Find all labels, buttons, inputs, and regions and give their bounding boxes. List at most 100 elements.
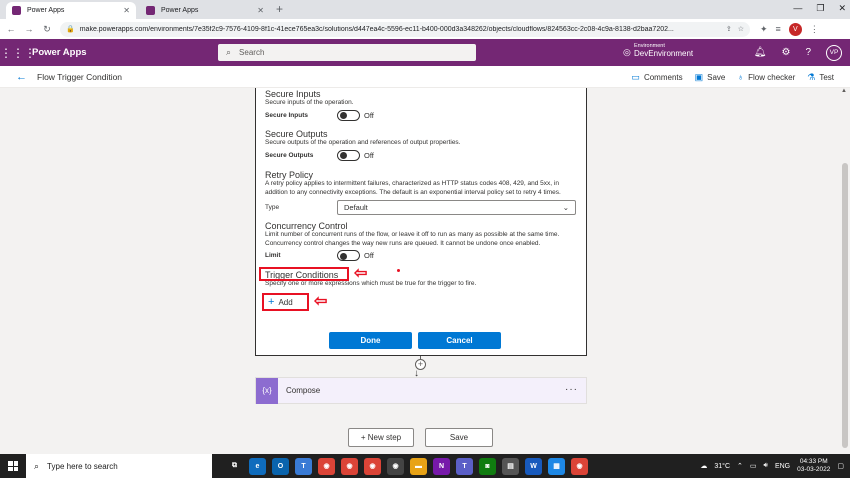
maximize-icon[interactable]: ❐ [816,3,824,14]
address-bar[interactable]: 🔒 make.powerapps.com/environments/7e35f2… [60,21,750,37]
app-header: ⋮⋮⋮ Power Apps ⌕ Search ◎ Environment De… [0,39,850,66]
retry-type-dropdown[interactable]: Default ⌄ [337,200,576,215]
retry-type-label: Type [265,204,280,211]
secure-outputs-title: Secure Outputs [265,129,328,139]
minimize-icon[interactable]: — [793,3,802,14]
xbox-icon[interactable]: ◙ [479,457,496,475]
flow-name: Flow Trigger Condition [37,71,123,82]
secure-inputs-state: Off [364,110,374,120]
reading-list-icon[interactable]: ≡ [776,24,781,34]
save-button[interactable]: ▣ Save [695,72,726,83]
retry-policy-title: Retry Policy [265,170,314,180]
notification-center-icon[interactable]: ▢ [837,462,844,470]
tab-close-icon[interactable]: ✕ [123,6,130,15]
flow-designer-canvas[interactable]: Secure Inputs Secure inputs of the opera… [0,88,840,454]
secure-outputs-toggle[interactable] [337,149,360,161]
compose-icon: {x} [256,377,278,404]
search-box[interactable]: ⌕ Search [218,44,476,61]
comments-button[interactable]: ▭ Comments [631,72,682,83]
forward-arrow-icon[interactable]: → [22,24,36,34]
concurrency-limit-toggle[interactable] [337,250,360,261]
weather-icon[interactable]: ☁ [700,462,707,470]
concurrency-limit-state: Off [364,251,374,260]
concurrency-description: Limit number of concurrent runs of the f… [265,231,560,247]
tab-close-icon[interactable]: ✕ [257,6,264,15]
environment-picker[interactable]: ◎ Environment DevEnvironment [623,43,693,58]
url-text: make.powerapps.com/environments/7e35f2c9… [79,25,674,33]
language-indicator[interactable]: ENG [775,463,790,470]
scrollbar-thumb[interactable] [842,163,848,448]
taskbar-search-placeholder: Type here to search [47,461,118,471]
concurrency-title: Concurrency Control [265,221,348,231]
more-options-icon[interactable]: ··· [565,384,578,395]
app-launcher-waffle-icon[interactable]: ⋮⋮⋮ [0,46,36,60]
outlook-icon[interactable]: O [272,457,289,475]
settings-gear-icon[interactable]: ⚙ [781,47,790,58]
chrome-icon[interactable]: ◉ [318,457,335,475]
compose-title: Compose [286,386,321,395]
taskbar-search-box[interactable]: ⌕ Type here to search [26,454,212,478]
browser-tabstrip: Power Apps ✕ Power Apps ✕ + — ❐ ✕ [0,0,850,19]
share-icon[interactable]: ⇪ [726,25,732,33]
teams-icon[interactable]: T [295,457,312,475]
start-button[interactable] [0,461,26,471]
weather-temp[interactable]: 31°C [714,463,730,470]
command-bar: ← Flow Trigger Condition ▭ Comments ▣ Save… [0,66,850,88]
browser-tab-active[interactable]: Power Apps ✕ [6,2,136,19]
tab-title: Power Apps [161,7,199,14]
reload-icon[interactable]: ↻ [40,24,54,35]
save-flow-button[interactable]: Save [425,428,493,447]
task-view-icon[interactable]: ⧉ [226,458,243,475]
volume-icon[interactable]: 🔊︎ [764,462,768,470]
canvas-scrollbar[interactable]: ▲ [840,88,850,454]
command-actions: ▭ Comments ▣ Save ♁ Flow checker ⚗ Test [631,66,834,88]
chrome-icon[interactable]: ◉ [571,457,588,475]
notifications-bell-icon[interactable]: 🔔︎ [754,47,767,58]
network-icon[interactable]: ▭ [750,462,757,470]
scroll-up-icon[interactable]: ▲ [841,88,847,94]
app-icon[interactable]: ▤ [502,457,519,475]
header-actions: 🔔︎ ⚙ ? VP [754,39,850,66]
user-avatar[interactable]: VP [826,44,842,61]
app-icon[interactable]: ▦ [548,457,565,475]
close-window-icon[interactable]: ✕ [838,3,846,14]
clock[interactable]: 04:33 PM 03-03-2022 [797,458,830,474]
new-tab-button[interactable]: + [276,2,283,17]
extensions-puzzle-icon[interactable]: ✦ [760,24,768,35]
system-tray: ☁ 31°C ⌃ ▭ 🔊︎ ENG 04:33 PM 03-03-2022 ▢ [700,454,850,478]
chrome-icon[interactable]: ◉ [341,457,358,475]
chrome-icon[interactable]: ◉ [364,457,381,475]
browser-tab[interactable]: Power Apps ✕ [140,2,270,19]
onenote-icon[interactable]: N [433,457,450,475]
browser-menu-icon[interactable]: ⋮ [810,24,819,35]
cancel-button[interactable]: Cancel [418,332,501,349]
edge-icon[interactable]: e [249,457,266,475]
annotation-box-trigger-conditions [259,267,349,281]
back-arrow-icon[interactable]: ← [16,71,27,83]
secure-outputs-section: Secure Outputs Secure outputs of the ope… [265,129,461,161]
test-button[interactable]: ⚗ Test [807,72,834,83]
file-explorer-icon[interactable]: ▬ [410,457,427,475]
browser-toolbar: ← → ↻ 🔒 make.powerapps.com/environments/… [0,19,850,39]
chrome-active-icon[interactable]: ◉ [387,457,404,475]
new-step-button[interactable]: + New step [348,428,414,447]
back-arrow-icon[interactable]: ← [4,24,18,34]
flow-checker-button[interactable]: ♁ Flow checker [737,72,795,82]
teams-purple-icon[interactable]: T [456,457,473,475]
clock-date: 03-03-2022 [797,466,831,473]
secure-inputs-toggle[interactable] [337,109,360,121]
comments-label: Comments [643,72,683,82]
save-label: Save [707,72,726,82]
bookmark-star-icon[interactable]: ☆ [738,25,744,33]
compose-action-card[interactable]: {x} Compose ··· [255,377,587,404]
done-button[interactable]: Done [329,332,412,349]
app-name[interactable]: Power Apps [32,47,87,58]
word-icon[interactable]: W [525,457,542,475]
profile-avatar[interactable]: V [788,22,802,36]
help-icon[interactable]: ? [805,47,811,58]
chevron-down-icon: ⌄ [562,203,569,212]
window-controls: — ❐ ✕ [793,3,846,14]
stethoscope-icon: ♁ [737,72,745,82]
annotation-dot [397,269,400,272]
tray-overflow-icon[interactable]: ⌃ [737,462,743,470]
